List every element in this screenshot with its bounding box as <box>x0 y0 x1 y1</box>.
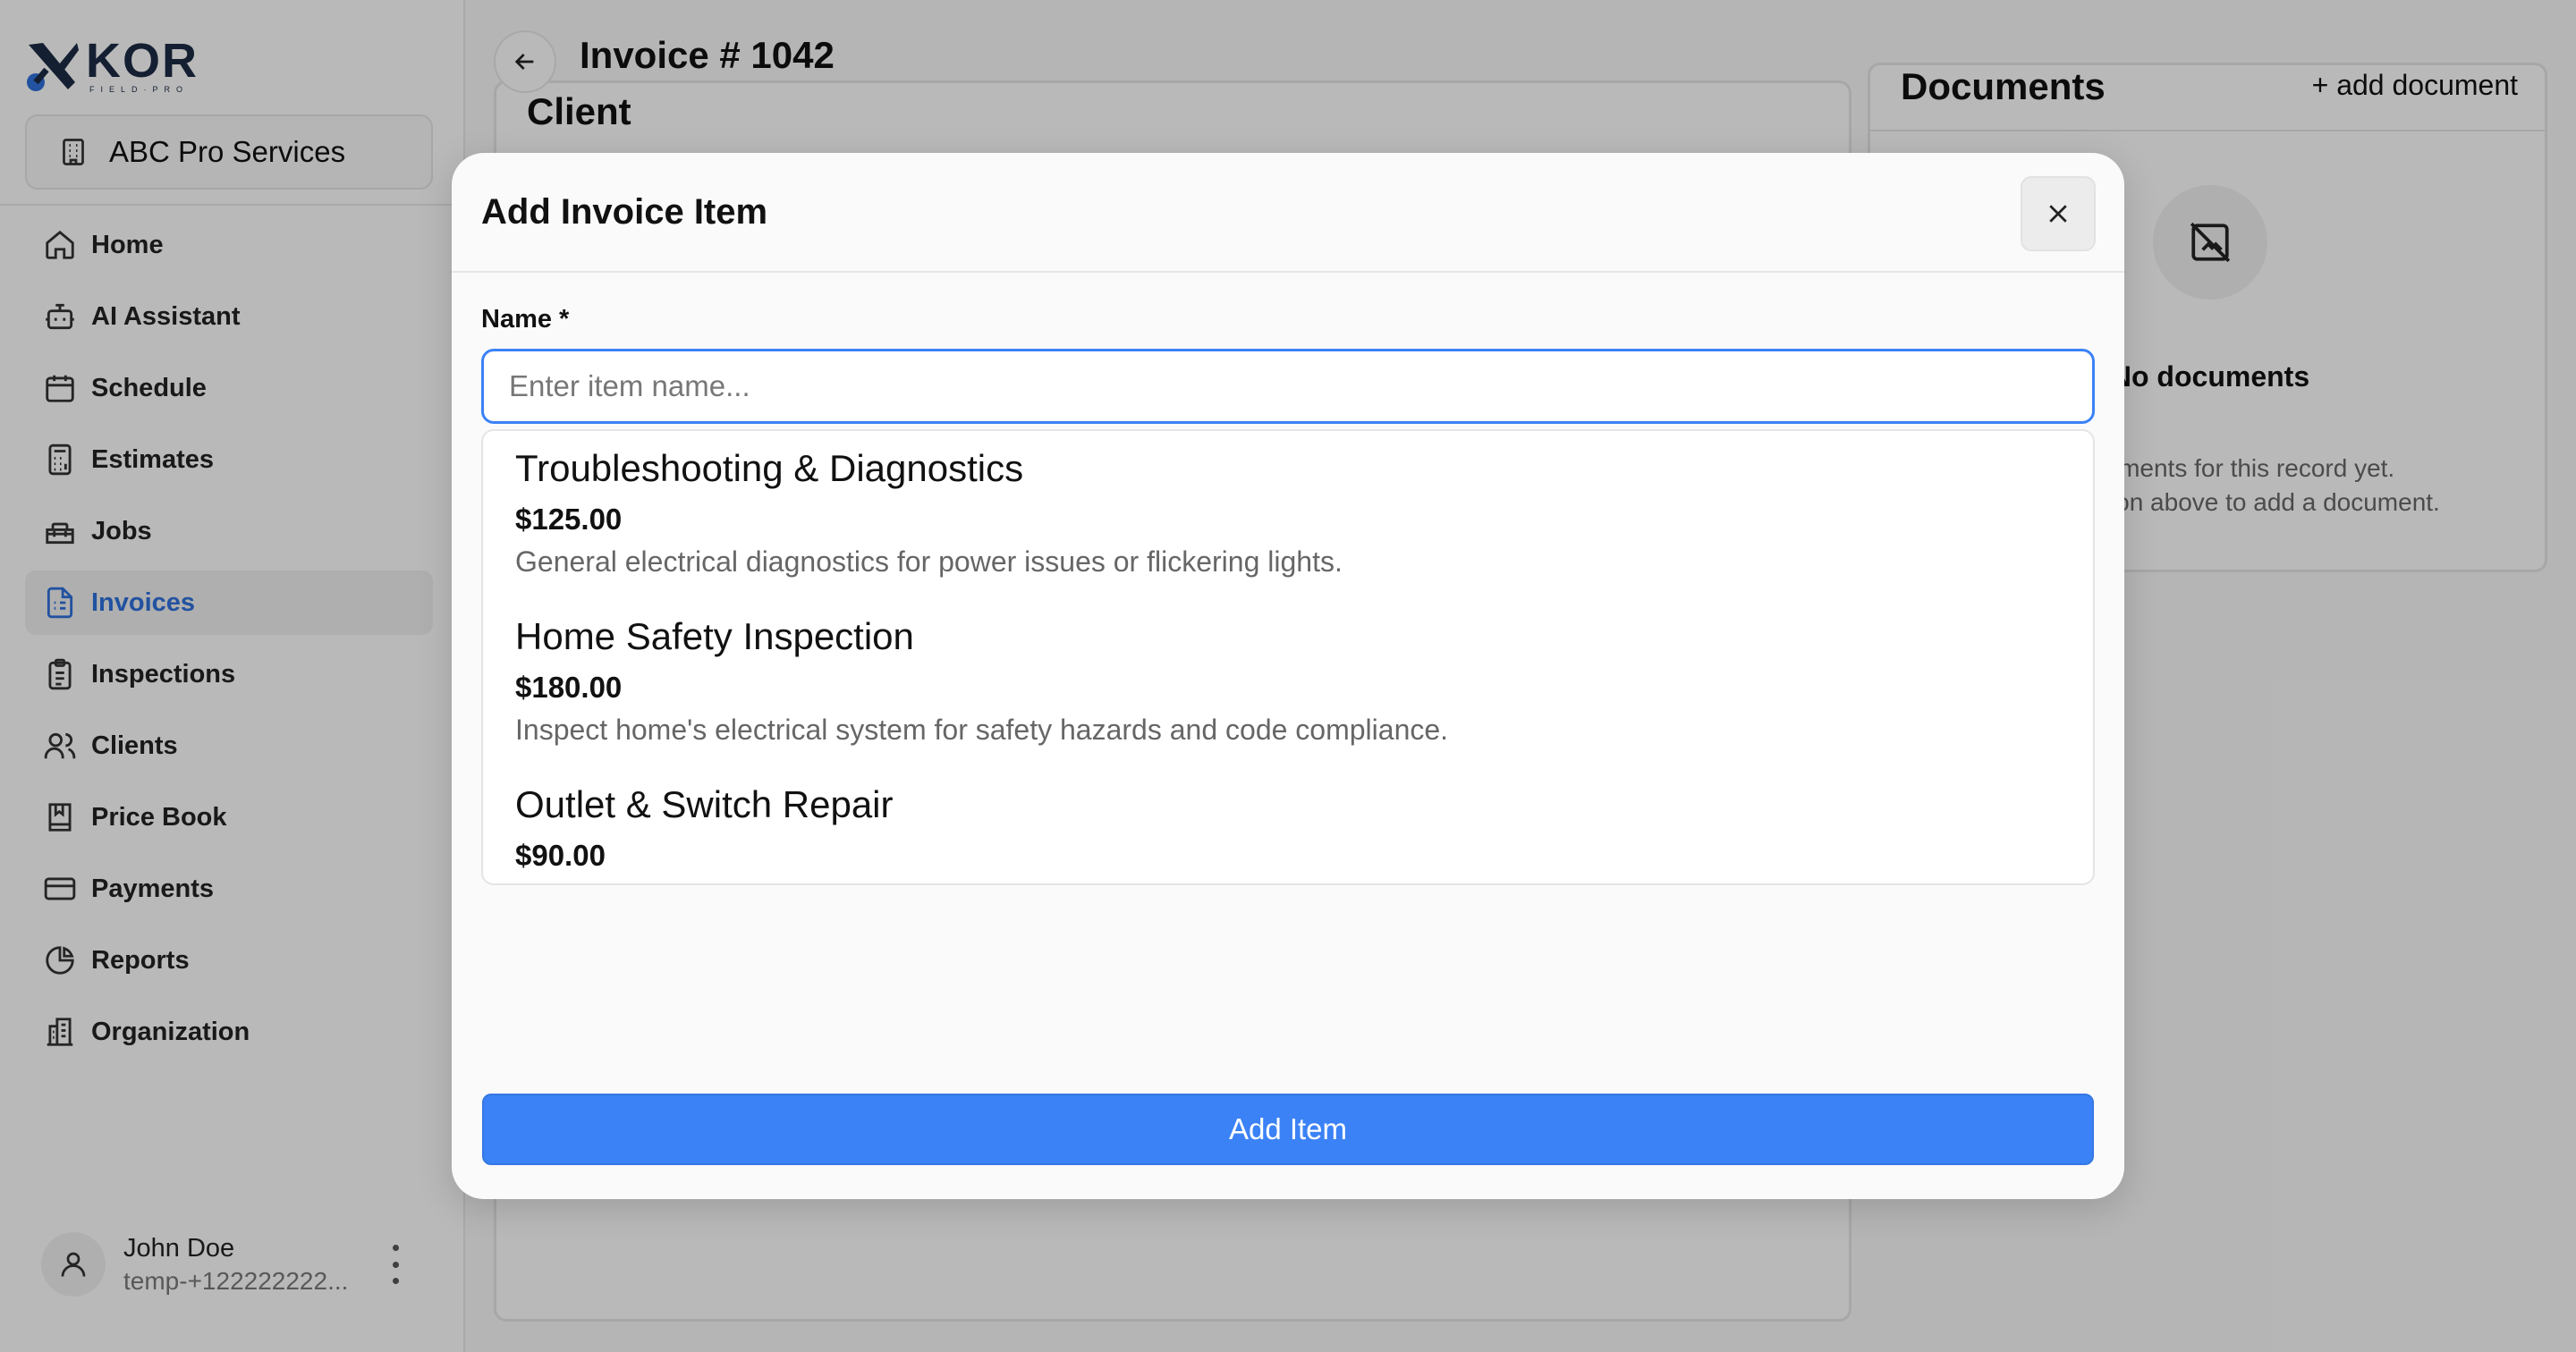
close-button[interactable] <box>2021 176 2096 251</box>
name-field-label: Name * <box>481 305 570 334</box>
suggestion-item[interactable]: Home Safety Inspection $180.00 Inspect h… <box>483 599 2093 767</box>
add-item-button[interactable]: Add Item <box>482 1094 2094 1165</box>
suggestion-name: Home Safety Inspection <box>515 615 914 657</box>
suggestion-price: $90.00 <box>515 839 606 872</box>
suggestion-name: Outlet & Switch Repair <box>515 783 894 825</box>
suggestion-item[interactable]: Outlet & Switch Repair $90.00 <box>483 767 2093 883</box>
close-icon <box>2049 205 2067 223</box>
suggestion-price: $125.00 <box>515 503 623 536</box>
dialog-title: Add Invoice Item <box>481 192 768 232</box>
dialog-divider <box>452 271 2124 273</box>
item-name-input[interactable] <box>481 349 2095 424</box>
item-suggestions-list: Troubleshooting & Diagnostics $125.00 Ge… <box>481 429 2095 885</box>
suggestion-price: $180.00 <box>515 671 623 704</box>
suggestion-item[interactable]: Troubleshooting & Diagnostics $125.00 Ge… <box>483 431 2093 599</box>
suggestion-description: Inspect home's electrical system for saf… <box>515 714 1449 746</box>
suggestion-description: General electrical diagnostics for power… <box>515 545 1343 578</box>
suggestion-name: Troubleshooting & Diagnostics <box>515 447 1024 489</box>
add-invoice-item-dialog: Add Invoice Item Name * Troubleshooting … <box>452 153 2124 1199</box>
